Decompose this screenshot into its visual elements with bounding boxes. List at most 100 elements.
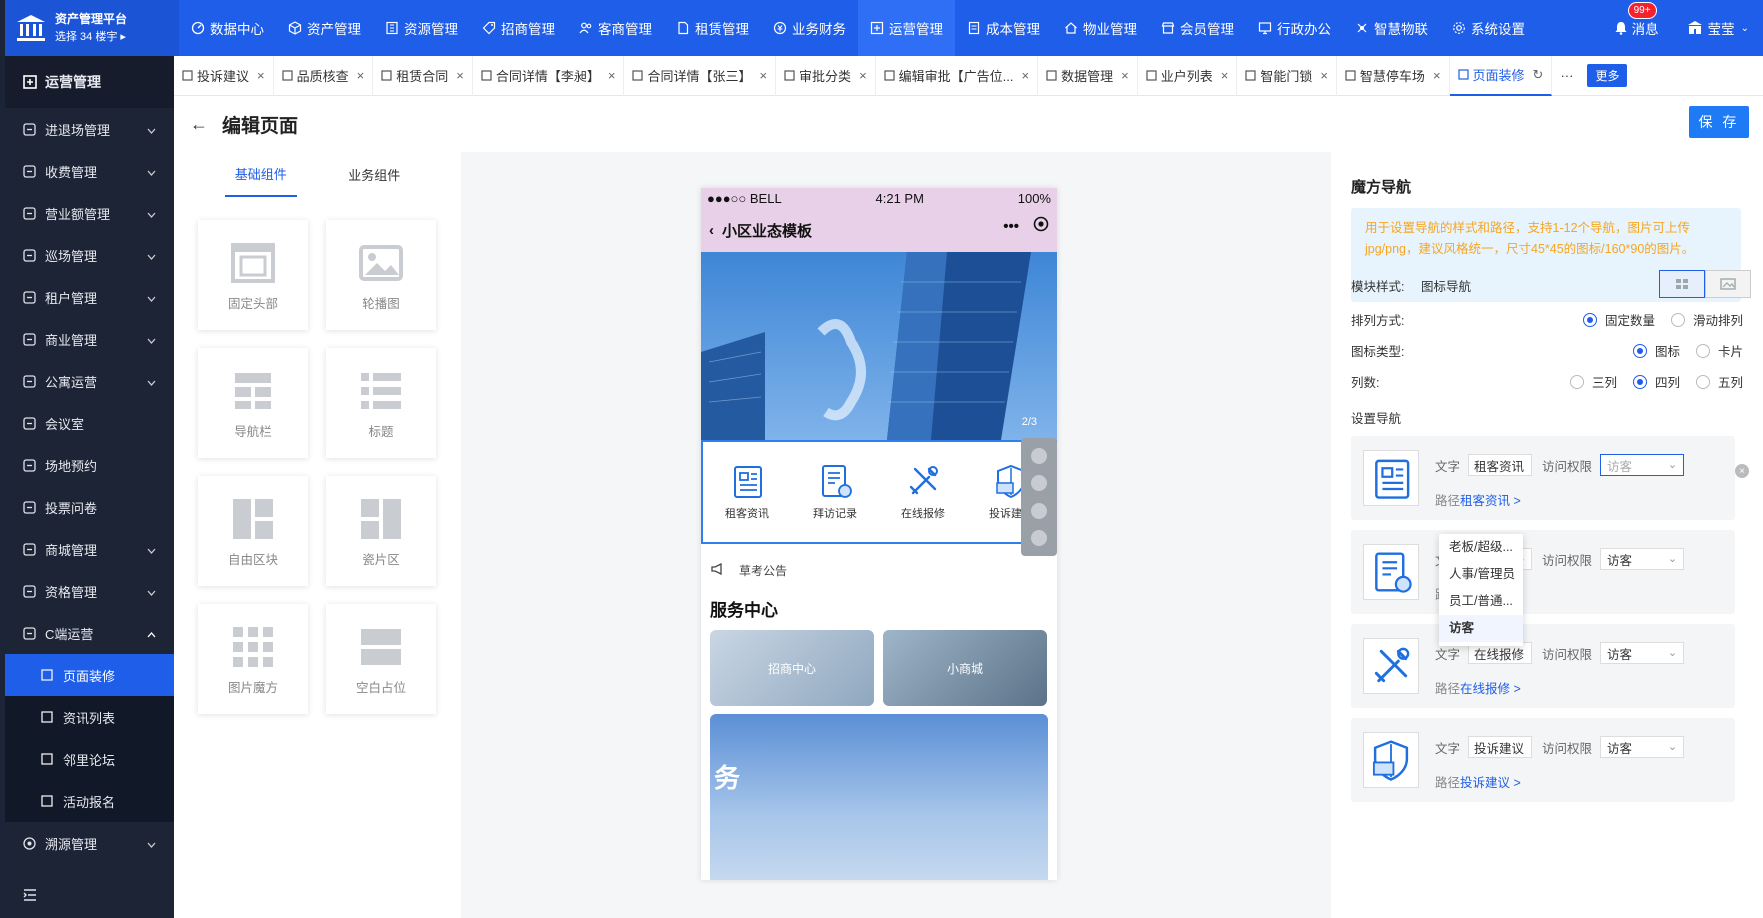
nav-image-upload[interactable] — [1363, 638, 1419, 694]
radio-icon[interactable]: 图标 — [1632, 341, 1680, 360]
top-menu-item[interactable]: 系统设置 — [1440, 0, 1537, 56]
sidebar-item[interactable]: 投票问卷 — [5, 486, 174, 528]
sidebar-item-trace[interactable]: 溯源管理 — [5, 822, 174, 864]
sidebar-item[interactable]: 会议室 — [5, 402, 174, 444]
top-menu-item[interactable]: 成本管理 — [955, 0, 1052, 56]
close-icon[interactable]: × — [1433, 68, 1441, 83]
top-menu-item[interactable]: 智慧物联 — [1343, 0, 1440, 56]
nav-path-link[interactable]: 在线报修 > — [1460, 682, 1521, 696]
sidebar-item[interactable]: 收费管理 — [5, 150, 174, 192]
delete-icon[interactable] — [1031, 530, 1047, 547]
tab-item[interactable]: 数据管理 × — [1038, 55, 1138, 96]
top-menu-item[interactable]: 招商管理 — [470, 0, 567, 56]
sidebar-subitem[interactable]: 活动报名 — [5, 780, 174, 822]
icon-nav-style-button[interactable] — [1659, 270, 1705, 298]
dropdown-option[interactable]: 人事/管理员 — [1439, 561, 1523, 588]
dropdown-option[interactable]: 员工/普通... — [1439, 588, 1523, 615]
top-menu-item[interactable]: 行政办公 — [1246, 0, 1343, 56]
sidebar-item[interactable]: 营业额管理 — [5, 192, 174, 234]
top-menu-item[interactable]: 租赁管理 — [664, 0, 761, 56]
component-title[interactable]: 标题 — [326, 348, 436, 458]
component-blank-placeholder[interactable]: 空白占位 — [326, 604, 436, 714]
top-menu-item[interactable]: 资产管理 — [276, 0, 373, 56]
component-free-block[interactable]: 自由区块 — [198, 476, 308, 586]
nav-image-upload[interactable] — [1363, 732, 1419, 788]
dropdown-option[interactable]: 访客 — [1439, 615, 1523, 642]
tab-item[interactable]: 投诉建议 × — [174, 55, 274, 96]
access-select[interactable]: 访客 ⌄ — [1600, 642, 1685, 664]
radio-four-columns[interactable]: 四列 — [1632, 372, 1680, 391]
phone-nav-item[interactable]: 拜访记录 — [813, 463, 857, 521]
close-icon[interactable]: × — [257, 68, 265, 83]
top-menu-item[interactable]: 数据中心 — [179, 0, 276, 56]
close-icon[interactable]: × — [859, 68, 867, 83]
sidebar-item[interactable]: 进退场管理 — [5, 108, 174, 150]
nav-image-upload[interactable] — [1363, 450, 1419, 506]
component-carousel[interactable]: 轮播图 — [326, 220, 436, 330]
banner-carousel[interactable]: 2/3 — [701, 252, 1057, 440]
sidebar-header[interactable]: 运营管理 — [5, 56, 174, 108]
close-icon[interactable]: × — [456, 68, 464, 83]
tab-item[interactable]: 页面装修 ↻ — [1449, 55, 1553, 96]
radio-five-columns[interactable]: 五列 — [1695, 372, 1743, 391]
building-selector[interactable]: 选择 34 楼宇 ▸ — [55, 28, 127, 46]
nav-text-input[interactable]: 租客资讯 — [1468, 454, 1533, 476]
tabs-more-button[interactable]: 更多 — [1587, 64, 1628, 87]
tab-item[interactable]: 智慧停车场 × — [1337, 55, 1450, 96]
dropdown-option[interactable]: 老板/超级... — [1439, 534, 1523, 561]
radio-fixed-count[interactable]: 固定数量 — [1582, 310, 1655, 329]
close-icon[interactable]: × — [357, 68, 365, 83]
image-nav-style-button[interactable] — [1705, 270, 1751, 298]
top-menu-item[interactable]: 客商管理 — [567, 0, 664, 56]
close-icon[interactable]: × — [608, 68, 616, 83]
tab-item[interactable]: 合同详情【李昶】 × — [473, 55, 625, 96]
nav-module-selected[interactable]: 租客资讯 拜访记录 在线报修 投诉建议 — [701, 440, 1057, 544]
close-icon[interactable]: × — [1022, 68, 1030, 83]
sidebar-subitem[interactable]: 资讯列表 — [5, 696, 174, 738]
phone-nav-item[interactable]: 租客资讯 — [725, 463, 769, 521]
sidebar-item[interactable]: 资格管理 — [5, 570, 174, 612]
phone-nav-bar[interactable]: ‹ 小区业态模板 ••• — [701, 208, 1057, 252]
notice-bar[interactable]: 草考公告 — [701, 544, 1057, 596]
radio-card[interactable]: 卡片 — [1695, 341, 1743, 360]
component-fixed-header[interactable]: 固定头部 — [198, 220, 308, 330]
tab-item[interactable]: 智能门锁 × — [1237, 55, 1337, 96]
move-up-icon[interactable] — [1031, 447, 1047, 464]
tab-basic-components[interactable]: 基础组件 — [224, 152, 297, 197]
close-icon[interactable]: × — [759, 68, 767, 83]
sidebar-item[interactable]: 租户管理 — [5, 276, 174, 318]
back-arrow-icon[interactable]: ← — [190, 114, 208, 135]
sidebar-item[interactable]: 场地预约 — [5, 444, 174, 486]
close-icon[interactable]: × — [1221, 68, 1229, 83]
tab-item[interactable]: 品质核查 × — [274, 55, 374, 96]
brand-area[interactable]: 资产管理平台 选择 34 楼宇 ▸ — [5, 0, 179, 56]
sidebar-item[interactable]: 公寓运营 — [5, 360, 174, 402]
sidebar-item[interactable]: 商城管理 — [5, 528, 174, 570]
close-icon[interactable]: × — [1121, 68, 1129, 83]
refresh-icon[interactable]: ↻ — [1533, 67, 1544, 83]
phone-nav-item[interactable]: 在线报修 — [901, 463, 945, 521]
user-menu[interactable]: 莹莹 ⌄ — [1673, 18, 1763, 38]
top-menu-item[interactable]: 会员管理 — [1149, 0, 1246, 56]
access-select[interactable]: 访客 ⌄ — [1600, 454, 1685, 476]
sidebar-subitem[interactable]: 邻里论坛 — [5, 738, 174, 780]
collapse-sidebar-icon[interactable] — [23, 889, 37, 904]
big-service-card[interactable]: 务 — [710, 714, 1048, 880]
top-menu-item[interactable]: 资源管理 — [373, 0, 470, 56]
top-menu-item[interactable]: 业务财务 — [761, 0, 858, 56]
service-card-investment[interactable]: 招商中心 — [710, 630, 874, 706]
messages-button[interactable]: 消息 99+ — [1600, 2, 1673, 38]
nav-path-link[interactable]: 投诉建议 > — [1460, 776, 1521, 790]
top-menu-item[interactable]: 物业管理 — [1052, 0, 1149, 56]
copy-icon[interactable] — [1031, 502, 1047, 519]
tab-item[interactable]: 编辑审批【广告位... × — [876, 55, 1039, 96]
nav-path-link[interactable]: 租客资讯 > — [1460, 494, 1521, 508]
remove-nav-icon[interactable]: × — [1735, 464, 1749, 478]
component-navbar[interactable]: 导航栏 — [198, 348, 308, 458]
tab-item[interactable]: 业户列表 × — [1138, 55, 1238, 96]
nav-text-input[interactable]: 投诉建议 — [1468, 736, 1533, 758]
tabs-overflow-icon[interactable]: ··· — [1560, 68, 1573, 83]
tab-item[interactable]: 租赁合同 × — [373, 55, 473, 96]
access-select[interactable]: 访客 ⌄ — [1600, 736, 1685, 758]
access-select[interactable]: 访客 ⌄ — [1600, 548, 1685, 570]
